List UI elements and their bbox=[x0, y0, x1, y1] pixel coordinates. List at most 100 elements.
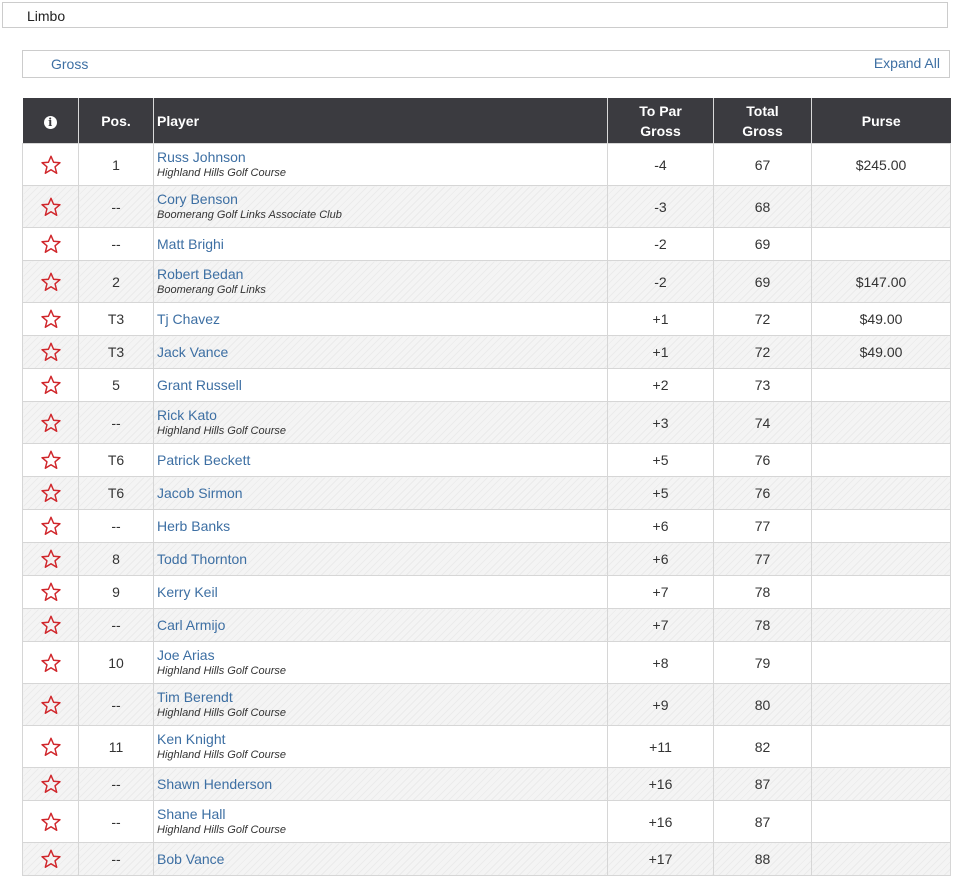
player-name-link[interactable]: Cory Benson bbox=[157, 191, 607, 208]
favorite-cell bbox=[22, 800, 79, 843]
player-name-link[interactable]: Jack Vance bbox=[157, 344, 607, 361]
favorite-cell bbox=[22, 641, 79, 684]
table-row: T3 Tj Chavez +1 72 $49.00 bbox=[22, 302, 951, 336]
to-par-cell: +7 bbox=[607, 575, 714, 609]
player-name-link[interactable]: Carl Armijo bbox=[157, 617, 607, 634]
info-column-header: i bbox=[22, 98, 79, 144]
player-name-link[interactable]: Tim Berendt bbox=[157, 689, 607, 706]
table-row: T6 Patrick Beckett +5 76 bbox=[22, 443, 951, 477]
position-cell: -- bbox=[78, 401, 154, 444]
table-row: -- Carl Armijo +7 78 bbox=[22, 608, 951, 642]
table-row: 9 Kerry Keil +7 78 bbox=[22, 575, 951, 609]
total-gross-cell: 80 bbox=[713, 683, 812, 726]
player-cell: Herb Banks bbox=[153, 509, 608, 543]
player-name-link[interactable]: Russ Johnson bbox=[157, 149, 607, 166]
favorite-star-icon[interactable] bbox=[40, 694, 62, 716]
favorite-star-icon[interactable] bbox=[40, 736, 62, 758]
favorite-star-icon[interactable] bbox=[40, 581, 62, 603]
to-par-cell: +1 bbox=[607, 335, 714, 369]
position-cell: 2 bbox=[78, 260, 154, 303]
purse-cell bbox=[811, 443, 951, 477]
purse-cell bbox=[811, 509, 951, 543]
favorite-star-icon[interactable] bbox=[40, 449, 62, 471]
favorite-star-icon[interactable] bbox=[40, 515, 62, 537]
player-name-link[interactable]: Tj Chavez bbox=[157, 311, 607, 328]
player-name-link[interactable]: Joe Arias bbox=[157, 647, 607, 664]
player-name-link[interactable]: Ken Knight bbox=[157, 731, 607, 748]
total-gross-cell: 87 bbox=[713, 767, 812, 801]
to-par-cell: +11 bbox=[607, 725, 714, 768]
player-name-link[interactable]: Bob Vance bbox=[157, 851, 607, 868]
to-par-cell: +6 bbox=[607, 542, 714, 576]
player-name-link[interactable]: Shawn Henderson bbox=[157, 776, 607, 793]
to-par-cell: -2 bbox=[607, 227, 714, 261]
favorite-star-icon[interactable] bbox=[40, 548, 62, 570]
player-name-link[interactable]: Kerry Keil bbox=[157, 584, 607, 601]
favorite-star-icon[interactable] bbox=[40, 154, 62, 176]
purse-cell bbox=[811, 368, 951, 402]
favorite-star-icon[interactable] bbox=[40, 233, 62, 255]
to-par-cell: +2 bbox=[607, 368, 714, 402]
position-cell: T6 bbox=[78, 476, 154, 510]
info-icon[interactable]: i bbox=[43, 115, 57, 129]
favorite-star-icon[interactable] bbox=[40, 811, 62, 833]
player-name-link[interactable]: Patrick Beckett bbox=[157, 452, 607, 469]
favorite-star-icon[interactable] bbox=[40, 271, 62, 293]
player-name-link[interactable]: Robert Bedan bbox=[157, 266, 607, 283]
favorite-star-icon[interactable] bbox=[40, 773, 62, 795]
tab-gross[interactable]: Gross bbox=[51, 56, 88, 72]
player-cell: Todd Thornton bbox=[153, 542, 608, 576]
player-cell: Jack Vance bbox=[153, 335, 608, 369]
player-name-link[interactable]: Shane Hall bbox=[157, 806, 607, 823]
player-name-link[interactable]: Herb Banks bbox=[157, 518, 607, 535]
total-gross-cell: 69 bbox=[713, 227, 812, 261]
table-row: 2 Robert Bedan Boomerang Golf Links -2 69 $14… bbox=[22, 260, 951, 303]
to-par-header-line2: Gross bbox=[640, 122, 681, 139]
table-row: -- Cory Benson Boomerang Golf Links Associ… bbox=[22, 185, 951, 228]
favorite-cell bbox=[22, 143, 79, 186]
position-cell: -- bbox=[78, 842, 154, 876]
position-cell: T6 bbox=[78, 443, 154, 477]
position-cell: 11 bbox=[78, 725, 154, 768]
purse-cell bbox=[811, 725, 951, 768]
purse-cell bbox=[811, 641, 951, 684]
table-row: 10 Joe Arias Highland Hills Golf Course +8 7… bbox=[22, 641, 951, 684]
favorite-star-icon[interactable] bbox=[40, 196, 62, 218]
table-row: -- Matt Brighi -2 69 bbox=[22, 227, 951, 261]
to-par-cell: +16 bbox=[607, 800, 714, 843]
favorite-star-icon[interactable] bbox=[40, 652, 62, 674]
player-name-link[interactable]: Rick Kato bbox=[157, 407, 607, 424]
table-row: T3 Jack Vance +1 72 $49.00 bbox=[22, 335, 951, 369]
table-row: -- Shane Hall Highland Hills Golf Course +1… bbox=[22, 800, 951, 843]
purse-cell bbox=[811, 767, 951, 801]
favorite-star-icon[interactable] bbox=[40, 308, 62, 330]
favorite-star-icon[interactable] bbox=[40, 614, 62, 636]
favorite-star-icon[interactable] bbox=[40, 482, 62, 504]
player-cell: Joe Arias Highland Hills Golf Course bbox=[153, 641, 608, 684]
player-name-link[interactable]: Matt Brighi bbox=[157, 236, 607, 253]
player-cell: Tj Chavez bbox=[153, 302, 608, 336]
favorite-cell bbox=[22, 260, 79, 303]
player-name-link[interactable]: Grant Russell bbox=[157, 377, 607, 394]
table-row: -- Rick Kato Highland Hills Golf Course +3 7… bbox=[22, 401, 951, 444]
favorite-star-icon[interactable] bbox=[40, 374, 62, 396]
favorite-cell bbox=[22, 842, 79, 876]
to-par-column-header: To Par Gross bbox=[607, 98, 714, 144]
position-cell: -- bbox=[78, 227, 154, 261]
favorite-star-icon[interactable] bbox=[40, 848, 62, 870]
total-gross-cell: 67 bbox=[713, 143, 812, 186]
position-cell: -- bbox=[78, 185, 154, 228]
player-name-link[interactable]: Todd Thornton bbox=[157, 551, 607, 568]
favorite-star-icon[interactable] bbox=[40, 341, 62, 363]
favorite-star-icon[interactable] bbox=[40, 412, 62, 434]
to-par-cell: -4 bbox=[607, 143, 714, 186]
favorite-cell bbox=[22, 443, 79, 477]
player-cell: Patrick Beckett bbox=[153, 443, 608, 477]
purse-cell bbox=[811, 185, 951, 228]
to-par-cell: +5 bbox=[607, 476, 714, 510]
favorite-cell bbox=[22, 227, 79, 261]
player-name-link[interactable]: Jacob Sirmon bbox=[157, 485, 607, 502]
position-cell: 1 bbox=[78, 143, 154, 186]
expand-all-link[interactable]: Expand All bbox=[874, 55, 940, 71]
total-gross-cell: 72 bbox=[713, 302, 812, 336]
